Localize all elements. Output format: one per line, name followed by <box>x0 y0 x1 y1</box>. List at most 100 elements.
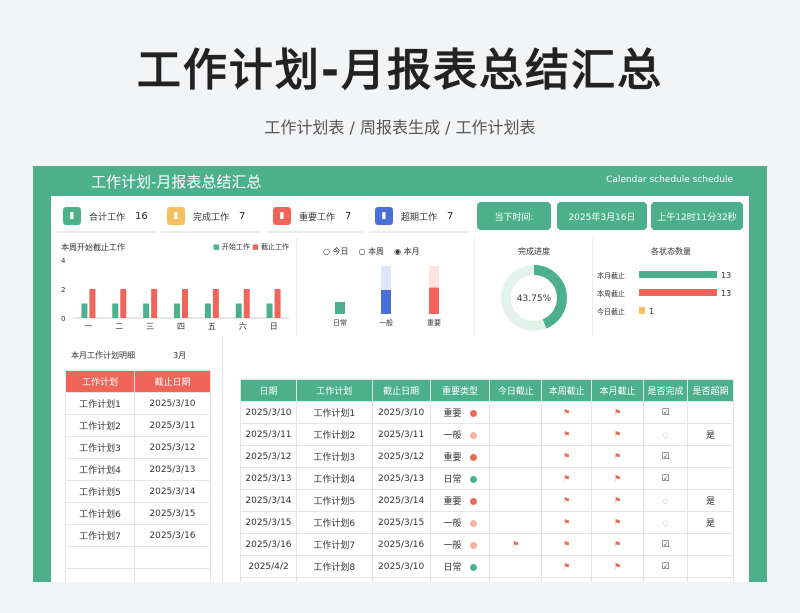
table-row[interactable]: 工作计划6 2025/3/15 <box>65 502 212 525</box>
column-header: 工作计划 <box>65 370 135 393</box>
table-cell: 2025/3/13 <box>133 458 212 481</box>
type-label: 日常 <box>443 563 462 573</box>
table-cell: 2025/3/10 <box>240 401 297 424</box>
overdue-cell: 是 <box>686 577 735 582</box>
flag-icon: ⚑ <box>512 539 520 549</box>
deadline-cell: ⚑ <box>591 577 645 582</box>
x-tick: 三 <box>146 322 154 331</box>
stat-value: 7 <box>447 210 454 222</box>
flag-icon: ▮ <box>273 207 291 225</box>
complete-cell[interactable]: ☑ <box>643 555 688 578</box>
complete-cell[interactable]: ☑ <box>643 467 688 490</box>
overdue-cell: 是 <box>686 511 735 534</box>
stat-value: 7 <box>345 210 352 222</box>
complete-cell[interactable]: ☑ <box>643 533 688 556</box>
type-dot-icon <box>469 410 477 417</box>
table-row[interactable]: 2025/4/3工作计划92025/3/11重要⚑⚑○是 <box>240 577 735 582</box>
stat-card: ▮ 完成工作 7 <box>161 201 261 233</box>
flag-icon: ⚑ <box>563 429 571 439</box>
flag-icon: ⚑ <box>614 495 622 505</box>
type-label: 日常 <box>443 475 462 485</box>
overdue-cell <box>686 401 735 424</box>
table-row[interactable]: 工作计划5 2025/3/14 <box>65 480 212 503</box>
flag-icon: ⚑ <box>563 539 571 549</box>
table-cell: 工作计划3 <box>65 436 135 459</box>
overdue-cell <box>686 445 735 468</box>
deadline-cell <box>489 511 543 534</box>
type-label: 一般 <box>443 519 462 529</box>
x-tick: 五 <box>208 322 216 331</box>
bar <box>639 289 717 296</box>
deadline-cell: ⚑ <box>591 489 645 512</box>
deadline-cell <box>489 445 543 468</box>
y-tick: 本月截止 <box>597 271 625 280</box>
table-row[interactable]: 工作计划7 2025/3/16 <box>65 524 212 547</box>
x-tick: 一 <box>84 322 92 331</box>
bar <box>204 303 211 318</box>
overdue-cell: 是 <box>686 423 735 446</box>
table-row[interactable]: 工作计划4 2025/3/13 <box>65 458 212 481</box>
table-cell: 工作计划1 <box>65 392 135 415</box>
table-row[interactable]: 2025/3/12 工作计划3 2025/3/12 重要 ⚑ ⚑ ☑ <box>240 445 735 468</box>
table-cell: 工作计划8 <box>295 555 373 578</box>
table-row[interactable]: 2025/3/11 工作计划2 2025/3/11 一般 ⚑ ⚑ ○ 是 <box>240 423 735 446</box>
table-cell: 2025/3/10 <box>133 392 212 415</box>
complete-cell[interactable]: ○ <box>643 423 688 446</box>
flag-icon: ⚑ <box>614 451 622 461</box>
bar-label: 13 <box>721 271 731 280</box>
table-row[interactable]: 2025/3/10 工作计划1 2025/3/10 重要 ⚑ ⚑ ☑ <box>240 401 735 424</box>
flag-icon: ⚑ <box>563 561 571 571</box>
month-label: 本月工作计划明细 <box>71 351 135 360</box>
complete-cell[interactable]: ☑ <box>643 445 688 468</box>
deadline-cell <box>489 577 543 582</box>
deadline-cell: ⚑ <box>591 423 645 446</box>
table-cell: 工作计划6 <box>295 511 373 534</box>
table-row[interactable]: 工作计划3 2025/3/12 <box>65 436 212 459</box>
table-cell: 2025/3/11 <box>371 423 431 446</box>
deadline-cell: ⚑ <box>541 423 593 446</box>
column-header: 重要类型 <box>429 379 491 402</box>
table-cell: 工作计划4 <box>295 467 373 490</box>
deadline-cell: ⚑ <box>591 445 645 468</box>
table-row[interactable] <box>65 568 212 582</box>
table-header: 日期 工作计划 截止日期 重要类型 今日截止 本周截止 本月截止 是否完成 是否超期 <box>240 379 735 402</box>
complete-cell[interactable]: ○ <box>643 511 688 534</box>
type-dot-icon <box>469 498 477 505</box>
table-row[interactable]: 2025/3/16 工作计划7 2025/3/16 一般 ⚑ ⚑ ⚑ ☑ <box>240 533 735 556</box>
weekly-chart-section: 本周开始截止工作 ■ 开始工作 ■ 截止工作 420一二三四五六日 <box>51 238 297 336</box>
table-row[interactable]: 工作计划2 2025/3/11 <box>65 414 212 437</box>
y-tick: 今日截止 <box>597 307 625 316</box>
table-row[interactable]: 2025/3/13 工作计划4 2025/3/13 日常 ⚑ ⚑ ☑ <box>240 467 735 490</box>
stat-value: 7 <box>239 210 246 222</box>
table-row[interactable]: 2025/4/2 工作计划8 2025/3/10 日常 ⚑ ⚑ ☑ <box>240 555 735 578</box>
table-row[interactable] <box>65 546 212 569</box>
table-row[interactable]: 2025/3/14 工作计划5 2025/3/14 重要 ⚑ ⚑ ○ 是 <box>240 489 735 512</box>
deadline-cell: ⚑ <box>541 533 593 556</box>
dashboard-title: 工作计划-月报表总结汇总 <box>91 173 262 191</box>
table-cell: 2025/4/2 <box>240 555 297 578</box>
table-header: 工作计划 截止日期 <box>65 370 212 393</box>
table-cell: 2025/3/12 <box>240 445 297 468</box>
type-cell: 重要 <box>429 489 491 512</box>
flag-icon: ⚑ <box>614 429 622 439</box>
complete-cell[interactable]: ☑ <box>643 401 688 424</box>
complete-cell[interactable]: ○ <box>643 489 688 512</box>
table-cell: 2025/3/11 <box>371 577 431 582</box>
circle-empty-icon: ○ <box>662 430 669 439</box>
table-row[interactable]: 2025/3/15 工作计划6 2025/3/15 一般 ⚑ ⚑ ○ 是 <box>240 511 735 534</box>
x-tick: 日常 <box>333 318 347 327</box>
complete-cell[interactable]: ○ <box>643 577 688 582</box>
table-row[interactable]: 工作计划1 2025/3/10 <box>65 392 212 415</box>
left-table: 工作计划 截止日期 工作计划1 2025/3/10 工作计划2 2025/3/11 工作计划… <box>65 370 212 582</box>
bar <box>151 289 158 318</box>
overdue-cell: 是 <box>686 489 735 512</box>
table-cell: 2025/3/13 <box>371 467 431 490</box>
x-tick: 日 <box>270 322 278 331</box>
flag-icon: ⚑ <box>614 539 622 549</box>
column-header: 今日截止 <box>489 379 543 402</box>
stat-label: 完成工作 <box>193 212 230 223</box>
type-bar-chart: 日常 一般 重要 <box>333 266 441 327</box>
type-cell: 一般 <box>429 423 491 446</box>
deadline-cell: ⚑ <box>541 511 593 534</box>
type-label: 一般 <box>443 431 462 441</box>
